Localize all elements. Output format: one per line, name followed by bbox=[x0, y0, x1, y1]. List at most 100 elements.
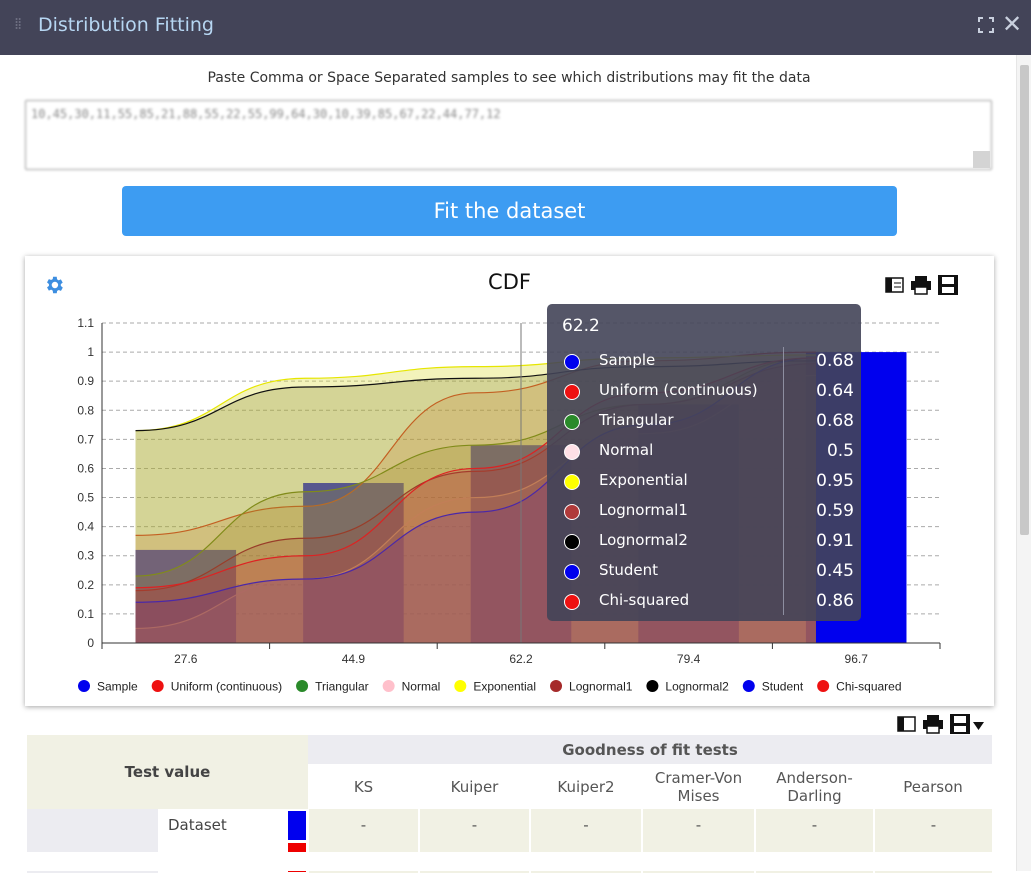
tooltip-row-lognormal2: Lognormal2 0.91 bbox=[547, 527, 861, 557]
tooltip-series-name: Lognormal2 bbox=[599, 531, 688, 549]
legend-dot bbox=[646, 680, 659, 692]
x-tick-label: 79.4 bbox=[677, 652, 701, 666]
column-header-pearson: Pearson bbox=[874, 764, 993, 809]
chart-tooltip: 62.2 Sample 0.68 Uniform (continuous) 0.… bbox=[547, 304, 861, 621]
row-spacer bbox=[27, 809, 158, 841]
legend-dot bbox=[550, 680, 563, 692]
y-tick-label: 0.2 bbox=[77, 578, 94, 592]
cdf-chart-plot: 00.10.20.30.40.50.60.70.80.911.127.6 44.9… bbox=[77, 316, 941, 694]
legend-item-label: Exponential bbox=[473, 680, 536, 694]
legend-dot bbox=[742, 680, 755, 692]
tooltip-row-sample: Sample 0.68 bbox=[547, 347, 861, 377]
y-tick-label: 1 bbox=[87, 345, 94, 359]
tooltip-series-value: 0.68 bbox=[816, 411, 854, 431]
legend-dot-icon bbox=[564, 444, 580, 460]
legend-dot-icon bbox=[564, 564, 580, 580]
scroll-thumb[interactable] bbox=[1020, 65, 1029, 535]
tooltip-series-value: 0.64 bbox=[816, 381, 854, 401]
data-table-icon[interactable] bbox=[897, 716, 916, 732]
y-tick-label: 0.4 bbox=[77, 520, 94, 534]
test-value-header: Test value bbox=[27, 735, 308, 809]
y-tick-label: 0.3 bbox=[77, 549, 94, 563]
tooltip-row-triangular: Triangular 0.68 bbox=[547, 407, 861, 437]
y-tick-label: 0.6 bbox=[77, 461, 94, 475]
column-header-ks: KS bbox=[308, 764, 419, 809]
legend-dot bbox=[78, 680, 90, 692]
x-tick-label: 44.9 bbox=[342, 652, 366, 666]
y-tick-label: 0 bbox=[87, 636, 94, 650]
table-cell: - bbox=[754, 809, 874, 841]
tooltip-series-value: 0.59 bbox=[816, 501, 854, 521]
table-cell: - bbox=[641, 809, 755, 841]
tooltip-row-student: Student 0.45 bbox=[547, 557, 861, 587]
legend-dot bbox=[296, 680, 309, 692]
legend-dot-icon bbox=[564, 384, 580, 400]
tooltip-series-name: Sample bbox=[599, 351, 656, 369]
legend-dot bbox=[454, 680, 467, 692]
tooltip-series-name: Lognormal1 bbox=[599, 501, 688, 519]
table-toolbar bbox=[897, 714, 984, 734]
tooltip-row-lognormal1: Lognormal1 0.59 bbox=[547, 497, 861, 527]
row-label: Dataset bbox=[158, 809, 288, 841]
legend-dot-icon bbox=[564, 414, 580, 430]
table-cell: - bbox=[529, 809, 642, 841]
table-row: Dataset - - - - - - bbox=[27, 809, 993, 841]
tooltip-series-value: 0.86 bbox=[816, 591, 854, 611]
legend-item-label: Triangular bbox=[315, 680, 369, 694]
tooltip-series-name: Normal bbox=[599, 441, 654, 459]
y-tick-label: 0.7 bbox=[77, 432, 94, 446]
tooltip-series-value: 0.91 bbox=[816, 531, 854, 551]
y-tick-label: 0.5 bbox=[77, 491, 94, 505]
column-header-kuiper: Kuiper bbox=[419, 764, 530, 809]
column-header-anderson-darling: Anderson-Darling bbox=[755, 764, 874, 809]
table-cell: - bbox=[307, 809, 419, 841]
y-tick-label: 1.1 bbox=[77, 316, 94, 330]
save-icon[interactable] bbox=[950, 714, 970, 734]
legend-item-label: Normal bbox=[402, 680, 441, 694]
tooltip-series-value: 0.5 bbox=[826, 441, 854, 461]
legend-dot-icon bbox=[564, 354, 580, 370]
legend-dot bbox=[817, 680, 830, 692]
tooltip-row-chi-squared: Chi-squared 0.86 bbox=[547, 587, 861, 617]
row-color-swatch bbox=[288, 809, 308, 841]
tooltip-series-name: Exponential bbox=[599, 471, 688, 489]
legend-item-label: Uniform (continuous) bbox=[171, 680, 282, 694]
viewport-bottom-edge bbox=[0, 852, 1016, 871]
legend-dot-icon bbox=[564, 534, 580, 550]
y-tick-label: 0.1 bbox=[77, 607, 94, 621]
dropdown-arrow-icon[interactable] bbox=[973, 722, 984, 730]
legend-dot-icon bbox=[564, 594, 580, 610]
legend-dot bbox=[382, 680, 395, 692]
x-tick-label: 62.2 bbox=[509, 652, 533, 666]
column-header-cramer-von-mises: Cramer-Von Mises bbox=[642, 764, 755, 809]
y-tick-label: 0.8 bbox=[77, 403, 94, 417]
y-tick-label: 0.9 bbox=[77, 374, 94, 388]
tooltip-header: 62.2 bbox=[562, 316, 600, 336]
legend-dot-icon bbox=[564, 474, 580, 490]
column-header-kuiper2: Kuiper2 bbox=[530, 764, 642, 809]
tooltip-series-value: 0.45 bbox=[816, 561, 854, 581]
legend-item-label: Sample bbox=[97, 680, 138, 694]
table-cell: - bbox=[418, 809, 530, 841]
vertical-scrollbar[interactable] bbox=[1016, 55, 1031, 871]
legend-item-label: Lognormal1 bbox=[569, 680, 633, 694]
tooltip-row-normal: Normal 0.5 bbox=[547, 437, 861, 467]
x-tick-label: 96.7 bbox=[845, 652, 869, 666]
tooltip-series-name: Triangular bbox=[599, 411, 674, 429]
table-cell: - bbox=[872, 809, 993, 841]
tooltip-series-value: 0.95 bbox=[816, 471, 854, 491]
tooltip-row-exponential: Exponential 0.95 bbox=[547, 467, 861, 497]
x-tick-label: 27.6 bbox=[174, 652, 198, 666]
tooltip-series-name: Uniform (continuous) bbox=[599, 381, 758, 399]
print-icon[interactable] bbox=[923, 715, 943, 734]
tooltip-series-name: Student bbox=[599, 561, 659, 579]
goodness-of-fit-header: Goodness of fit tests bbox=[308, 735, 993, 764]
legend-item-label: Lognormal2 bbox=[665, 680, 729, 694]
legend-dot-icon bbox=[564, 504, 580, 520]
legend-dot bbox=[151, 680, 164, 692]
tooltip-series-name: Chi-squared bbox=[599, 591, 690, 609]
legend-item-label: Student bbox=[762, 680, 804, 694]
legend-item-label: Chi-squared bbox=[836, 680, 901, 694]
tooltip-series-value: 0.68 bbox=[816, 351, 854, 371]
tooltip-row-uniform: Uniform (continuous) 0.64 bbox=[547, 377, 861, 407]
